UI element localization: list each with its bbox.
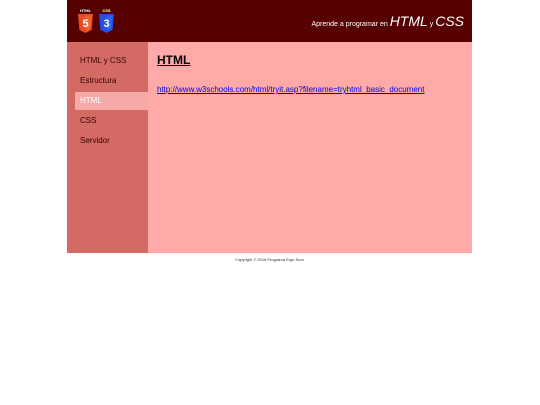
- site-header: HTML 5 CSS 3 Aprende a programar en HTML…: [67, 0, 472, 42]
- sidebar-item-estructura[interactable]: Estructura: [75, 72, 148, 90]
- svg-text:3: 3: [103, 18, 109, 30]
- main-content: HTML http://www.w3schools.com/html/tryit…: [148, 42, 472, 253]
- header-tagline: Aprende a programar en HTML y CSS: [311, 13, 464, 31]
- tagline-prefix: Aprende a programar en: [311, 21, 390, 28]
- html5-logo-icon: HTML 5: [78, 8, 93, 33]
- page-title: HTML: [157, 53, 191, 67]
- page: HTML 5 CSS 3 Aprende a programar en HTML…: [67, 0, 472, 262]
- css3-logo-icon: CSS 3: [99, 8, 114, 33]
- logo-group: HTML 5 CSS 3: [78, 8, 114, 33]
- footer-copyright: Copyright © 2016 Programa Ergo Sum: [235, 257, 304, 262]
- sidebar-item-html[interactable]: HTML: [75, 92, 148, 110]
- main-row: HTML y CSS Estructura HTML CSS Servidor …: [67, 42, 472, 253]
- html5-logo-label: HTML: [79, 8, 92, 13]
- svg-text:5: 5: [82, 18, 88, 30]
- sidebar-nav: HTML y CSS Estructura HTML CSS Servidor: [67, 42, 148, 253]
- tagline-css: CSS: [435, 13, 464, 29]
- tagline-html: HTML: [389, 13, 428, 29]
- sidebar-item-css[interactable]: CSS: [75, 112, 148, 130]
- css3-logo-label: CSS: [102, 8, 111, 13]
- sidebar-item-html-y-css[interactable]: HTML y CSS: [75, 52, 148, 70]
- sidebar-item-servidor[interactable]: Servidor: [75, 132, 148, 150]
- w3schools-link[interactable]: http://www.w3schools.com/html/tryit.asp?…: [157, 85, 424, 94]
